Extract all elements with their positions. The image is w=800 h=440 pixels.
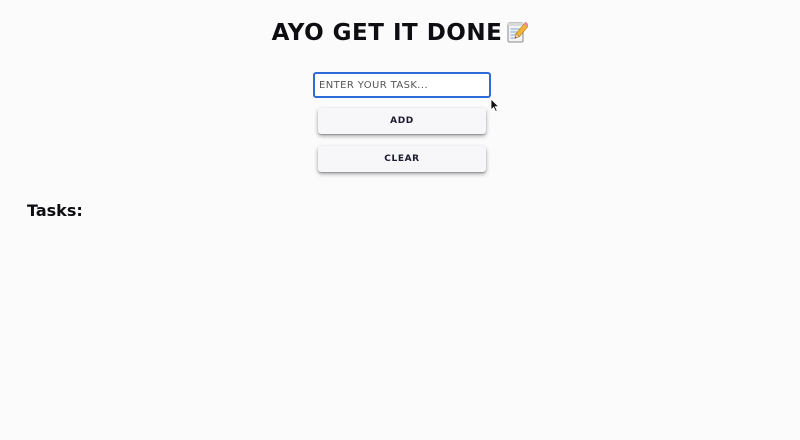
mouse-cursor-icon bbox=[490, 98, 500, 112]
todo-app: AYO GET IT DONE ADD CLEAR Tasks: bbox=[0, 0, 800, 440]
page-title: AYO GET IT DONE bbox=[0, 20, 800, 46]
task-input[interactable] bbox=[313, 72, 491, 98]
add-button[interactable]: ADD bbox=[318, 108, 486, 134]
page-title-text: AYO GET IT DONE bbox=[271, 20, 503, 46]
memo-icon bbox=[507, 21, 529, 43]
clear-button[interactable]: CLEAR bbox=[318, 146, 486, 172]
tasks-heading: Tasks: bbox=[27, 201, 83, 220]
